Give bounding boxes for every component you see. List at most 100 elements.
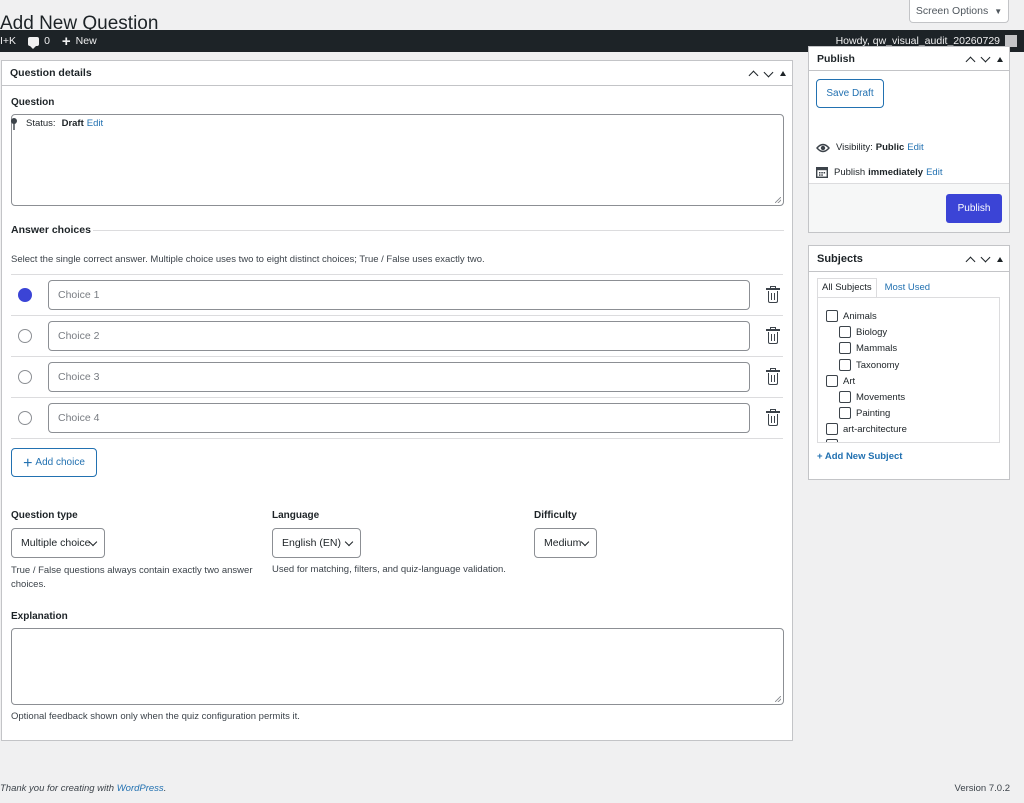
- chevron-down-icon: [344, 537, 354, 547]
- screen-options-button[interactable]: Screen Options ▼: [909, 0, 1009, 23]
- move-down-icon[interactable]: [763, 67, 774, 77]
- move-up-icon[interactable]: [965, 56, 976, 66]
- status-edit-link[interactable]: Edit: [87, 118, 103, 129]
- checkbox[interactable]: [839, 407, 851, 419]
- wordpress-link[interactable]: WordPress: [117, 783, 164, 794]
- explanation-label: Explanation: [11, 611, 68, 622]
- subject-label: art-architecture: [843, 423, 907, 435]
- explanation-textarea[interactable]: [11, 628, 784, 705]
- caret-down-icon: ▼: [994, 6, 1003, 16]
- move-up-icon[interactable]: [748, 70, 759, 81]
- save-draft-button[interactable]: Save Draft: [816, 79, 884, 108]
- trash-icon[interactable]: [766, 286, 780, 303]
- subject-label: Movements: [856, 391, 906, 403]
- subject-item-mammals[interactable]: Mammals: [839, 342, 897, 354]
- subject-checklist: Animals Biology Mammals Taxonomy Art Mov…: [817, 297, 1000, 443]
- difficulty-value: Medium: [544, 537, 582, 549]
- adminbar-comments[interactable]: 0: [28, 35, 50, 49]
- checkbox[interactable]: [839, 359, 851, 371]
- question-type-label: Question type: [11, 510, 78, 521]
- visibility-edit-link[interactable]: Edit: [907, 142, 923, 153]
- publish-header: Publish: [809, 47, 1009, 71]
- difficulty-select[interactable]: Medium: [534, 528, 597, 558]
- toggle-panel-icon[interactable]: [997, 256, 1003, 262]
- tab-most-used[interactable]: Most Used: [880, 278, 935, 297]
- subject-item-biology[interactable]: Biology: [839, 326, 887, 338]
- language-select[interactable]: English (EN): [272, 528, 361, 558]
- pin-icon: [11, 118, 17, 130]
- checkbox[interactable]: [826, 310, 838, 322]
- correct-answer-radio[interactable]: [18, 411, 32, 425]
- subject-item-partial[interactable]: [826, 439, 838, 442]
- question-textarea[interactable]: [11, 114, 784, 206]
- plus-icon: +: [23, 454, 33, 472]
- toggle-panel-icon[interactable]: [780, 71, 786, 76]
- answer-choices-heading: Answer choices: [11, 224, 91, 236]
- add-choice-button[interactable]: + Add choice: [11, 448, 97, 477]
- question-type-value: Multiple choice: [21, 537, 91, 549]
- question-type-hint: True / False questions always contain ex…: [11, 565, 253, 590]
- visibility-row: Visibility: Public Edit: [816, 142, 924, 153]
- new-label: New: [75, 35, 97, 47]
- trash-icon[interactable]: [766, 327, 780, 344]
- subject-item-art-architecture[interactable]: art-architecture: [826, 423, 907, 435]
- checkbox[interactable]: [839, 342, 851, 354]
- footer-thanks: Thank you for creating with WordPress.: [0, 783, 166, 794]
- subject-item-animals[interactable]: Animals: [826, 310, 877, 322]
- schedule-label: Publish: [834, 166, 866, 178]
- adminbar-shortcut[interactable]: I+K: [0, 35, 16, 47]
- chevron-down-icon: [580, 537, 590, 547]
- add-choice-label: Add choice: [35, 457, 85, 468]
- checkbox[interactable]: [826, 439, 838, 442]
- move-down-icon[interactable]: [980, 252, 991, 263]
- footer-thanks-text: Thank you for creating with: [0, 783, 117, 794]
- move-down-icon[interactable]: [980, 52, 991, 63]
- language-hint: Used for matching, filters, and quiz-lan…: [272, 564, 506, 575]
- subject-item-taxonomy[interactable]: Taxonomy: [839, 359, 899, 371]
- comment-count: 0: [44, 35, 50, 47]
- tab-all-subjects[interactable]: All Subjects: [817, 278, 877, 297]
- subject-label: Taxonomy: [856, 359, 900, 371]
- plus-icon: +: [61, 32, 71, 50]
- subject-item-movements[interactable]: Movements: [839, 391, 905, 403]
- subject-label: Biology: [856, 326, 888, 338]
- trash-icon[interactable]: [766, 409, 780, 426]
- checkbox[interactable]: [839, 326, 851, 338]
- language-label: Language: [272, 510, 320, 521]
- calendar-icon: [816, 167, 828, 178]
- schedule-edit-link[interactable]: Edit: [926, 167, 942, 178]
- checkbox[interactable]: [839, 391, 851, 403]
- publish-button[interactable]: Publish: [946, 194, 1002, 223]
- subject-item-painting[interactable]: Painting: [839, 407, 890, 419]
- explanation-hint: Optional feedback shown only when the qu…: [11, 711, 300, 722]
- question-type-select[interactable]: Multiple choice: [11, 528, 105, 558]
- correct-answer-radio[interactable]: [18, 329, 32, 343]
- status-row: Status: Draft Edit: [8, 117, 103, 130]
- correct-answer-radio[interactable]: [18, 288, 32, 302]
- subject-label: Animals: [843, 310, 877, 322]
- checkbox[interactable]: [826, 423, 838, 435]
- choice-input[interactable]: Choice 4: [48, 403, 750, 433]
- status-value: Draft: [61, 118, 84, 129]
- subject-item-art[interactable]: Art: [826, 375, 855, 387]
- choice-input[interactable]: Choice 2: [48, 321, 750, 351]
- add-new-subject-link[interactable]: + Add New Subject: [817, 451, 902, 462]
- choice-input[interactable]: Choice 3: [48, 362, 750, 392]
- choice-row: Choice 3: [11, 357, 783, 398]
- subjects-header: Subjects: [809, 246, 1009, 272]
- correct-answer-radio[interactable]: [18, 370, 32, 384]
- subject-label: Art: [843, 375, 856, 387]
- choice-input[interactable]: Choice 1: [48, 280, 750, 310]
- subject-label: Painting: [856, 407, 891, 419]
- toggle-panel-icon[interactable]: [997, 56, 1003, 62]
- schedule-row: Publish immediately Edit: [816, 166, 942, 178]
- comment-bubble-icon: [28, 36, 40, 49]
- move-up-icon[interactable]: [965, 256, 976, 266]
- checkbox[interactable]: [826, 375, 838, 387]
- visibility-label: Visibility:: [836, 142, 873, 153]
- eye-icon: [816, 143, 830, 152]
- footer-version: Version 7.0.2: [954, 783, 1010, 794]
- trash-icon[interactable]: [766, 368, 780, 385]
- adminbar-new[interactable]: + New: [62, 34, 97, 49]
- subjects-title: Subjects: [817, 252, 863, 265]
